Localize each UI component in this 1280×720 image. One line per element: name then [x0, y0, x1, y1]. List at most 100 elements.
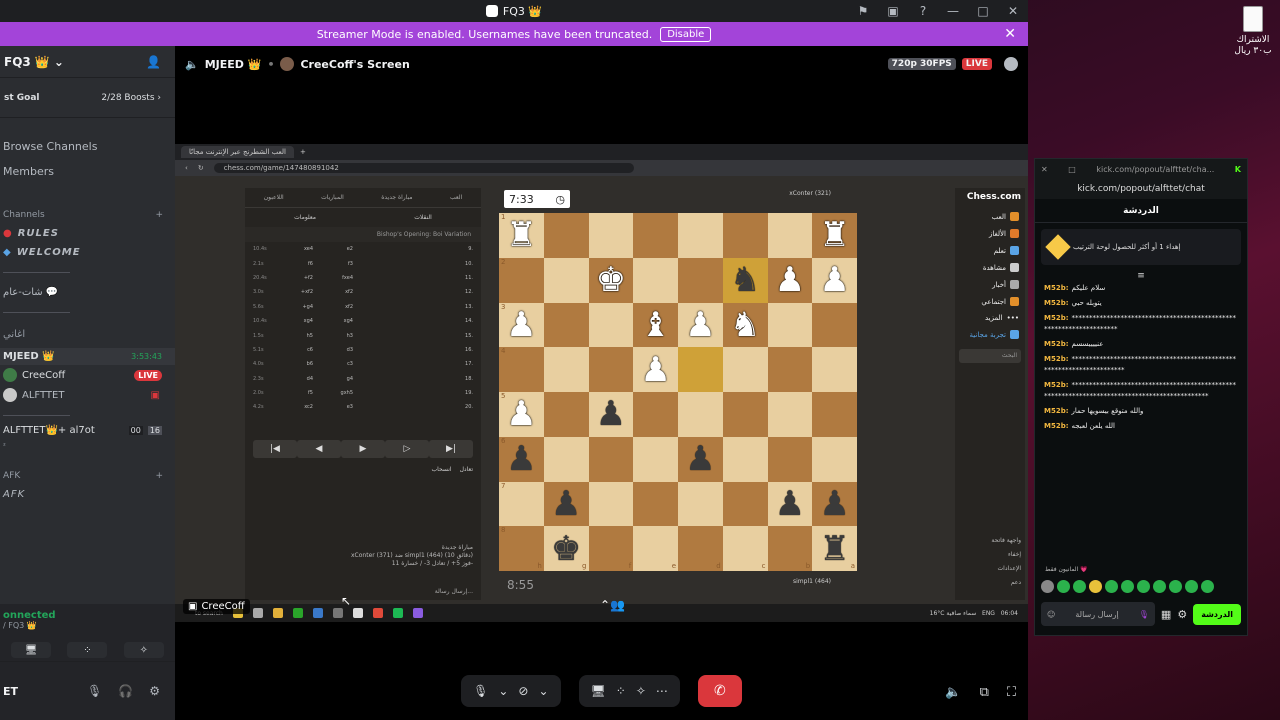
board-square[interactable]: 8h — [499, 526, 544, 571]
black-king-icon[interactable]: ♚ — [551, 532, 581, 566]
board-square[interactable] — [543, 436, 589, 482]
channel-songs[interactable]: اغاني — [0, 325, 175, 344]
first-move-button[interactable]: |◀ — [253, 440, 297, 458]
black-knight-icon[interactable]: ♞ — [730, 263, 760, 297]
maximize-icon[interactable]: □ — [1068, 165, 1076, 174]
board-square[interactable] — [588, 347, 634, 392]
white-king-icon[interactable]: ♚ — [596, 263, 626, 297]
white-move[interactable]: xf2 — [313, 304, 353, 310]
emote-icon[interactable] — [1121, 580, 1134, 593]
server-header[interactable]: FQ3 👑 ⌄ 👤 — [0, 46, 175, 78]
resign-button[interactable]: انسحاب — [432, 466, 452, 473]
board-square[interactable] — [588, 481, 634, 527]
board-square[interactable]: ♜ — [812, 213, 857, 258]
black-move[interactable]: f6 — [273, 261, 313, 267]
brave-icon[interactable] — [372, 608, 383, 618]
url-field[interactable]: chess.com/game/147480891042 — [213, 163, 634, 173]
emote-icon[interactable] — [1073, 580, 1086, 593]
move-row[interactable]: 4.0s b6 c3 17. — [245, 357, 481, 371]
chat-username[interactable]: M52b: — [1044, 284, 1069, 292]
nav-puzzles[interactable]: الألغاز — [955, 225, 1025, 242]
chesscom-logo[interactable]: Chess.com — [955, 192, 1025, 202]
board-square[interactable]: ♝ — [633, 302, 678, 348]
board-square[interactable] — [678, 213, 723, 258]
channel-welcome[interactable]: ◆ WELCOME — [0, 243, 175, 262]
board-square[interactable]: g ♚ — [543, 526, 589, 571]
board-square[interactable] — [588, 302, 634, 348]
board-square[interactable] — [633, 257, 678, 303]
tab-info[interactable]: معلومات — [294, 214, 316, 221]
nav-learn[interactable]: تعلم — [955, 242, 1025, 259]
tab-new-game[interactable]: مباراة جديدة — [381, 194, 412, 201]
site-search[interactable]: البحث — [959, 349, 1021, 363]
white-move[interactable]: f3 — [313, 261, 353, 267]
chat-username[interactable]: M52b: — [1044, 340, 1069, 348]
white-rook-icon[interactable]: ♜ — [819, 218, 849, 252]
board-square[interactable]: a ♜ — [812, 526, 857, 571]
store-icon[interactable] — [352, 608, 363, 618]
black-pawn-icon[interactable]: ♟ — [506, 442, 536, 476]
board-square[interactable] — [678, 347, 723, 392]
soundboard-button[interactable]: ✧ — [123, 642, 164, 658]
headphones-icon[interactable]: 🎧 — [118, 684, 133, 698]
board-square[interactable] — [678, 392, 723, 437]
board-square[interactable]: ♟ — [633, 347, 678, 392]
channel-afk[interactable]: AFK — [0, 485, 175, 504]
board-square[interactable]: ♟ — [812, 481, 857, 527]
board-square[interactable]: 7 — [499, 481, 544, 527]
move-row[interactable]: 1.5s h5 h3 15. — [245, 328, 481, 342]
black-pawn-icon[interactable]: ♟ — [551, 487, 581, 521]
disconnect-button[interactable]: ✆ — [697, 675, 742, 707]
black-move[interactable]: d4 — [273, 376, 313, 382]
screen-icon[interactable]: ▣ — [878, 0, 908, 22]
board-square[interactable] — [722, 481, 768, 527]
nav-more[interactable]: المزيد ••• — [955, 310, 1025, 326]
nav-free-trial[interactable]: تجربة مجانية — [955, 326, 1025, 343]
boost-goal[interactable]: st Goal 2/28 Boosts › — [0, 78, 175, 118]
chat-message[interactable]: M52b: عنييييسسم — [1035, 337, 1247, 352]
channel-general-chat[interactable]: شات-عام 💬 — [0, 283, 175, 302]
board-square[interactable] — [767, 436, 813, 482]
chevron-down-icon[interactable]: ⌄ — [498, 684, 508, 698]
board-square[interactable]: 6 ♟ — [499, 436, 544, 482]
next-move-button[interactable]: ▷ — [385, 440, 429, 458]
white-rook-icon[interactable]: ♜ — [506, 218, 536, 252]
white-pawn-icon[interactable]: ♟ — [685, 308, 715, 342]
move-row[interactable]: 2.3s d4 g4 18. — [245, 372, 481, 386]
settings-icon[interactable]: ⚙ — [149, 684, 160, 698]
play-button[interactable]: ▶ — [341, 440, 385, 458]
screen-share-icon[interactable]: 🖥 — [591, 684, 606, 698]
board-square[interactable] — [722, 436, 768, 482]
nav-play[interactable]: العب — [955, 208, 1025, 225]
voice-channel-alfttet[interactable]: ALFTTET👑+ al7ot 00 16 — [0, 422, 175, 439]
white-move[interactable]: xf2 — [313, 289, 353, 295]
black-pawn-icon[interactable]: ♟ — [775, 487, 805, 521]
black-move[interactable]: b6 — [273, 361, 313, 367]
white-pawn-icon[interactable]: ♟ — [506, 397, 536, 431]
channels-category[interactable]: Channels + — [0, 202, 175, 224]
microphone-icon[interactable]: 🎙 — [473, 684, 488, 698]
board-square[interactable] — [812, 436, 857, 482]
move-row[interactable]: 3.0s +xf2 xf2 12. — [245, 285, 481, 299]
chat-username[interactable]: M52b: — [1044, 314, 1069, 322]
close-button[interactable]: ✕ — [998, 0, 1028, 22]
emote-icon[interactable] — [1105, 580, 1118, 593]
board-square[interactable]: ♟ — [543, 481, 589, 527]
chat-message[interactable]: M52b: والله متوقع بيسويها حمار — [1035, 404, 1247, 419]
channel-rules[interactable]: ● RULES — [0, 224, 175, 243]
black-move[interactable]: h5 — [273, 333, 313, 339]
board-square[interactable] — [722, 347, 768, 392]
nav-settings[interactable]: الإعدادات — [991, 562, 1021, 576]
desktop-file-icon[interactable]: الاشتراك ب٣٠ ريال — [1228, 6, 1278, 57]
move-row[interactable]: 2.1s f6 f3 10. — [245, 256, 481, 270]
white-pawn-icon[interactable]: ♟ — [640, 353, 670, 387]
steam-icon[interactable] — [312, 608, 323, 618]
white-pawn-icon[interactable]: ♟ — [506, 308, 536, 342]
fullscreen-icon[interactable]: ⛶ — [1007, 685, 1016, 700]
inbox-icon[interactable]: ⚑ — [848, 0, 878, 22]
nav-watch[interactable]: مشاهدة — [955, 259, 1025, 276]
last-move-button[interactable]: ▶| — [429, 440, 473, 458]
add-user-icon[interactable]: 👤 — [146, 55, 161, 69]
pinned-gift-banner[interactable]: إهداء 1 أو أكثر للحصول لوحة الترتيب — [1041, 229, 1241, 265]
white-pawn-icon[interactable]: ♟ — [775, 263, 805, 297]
